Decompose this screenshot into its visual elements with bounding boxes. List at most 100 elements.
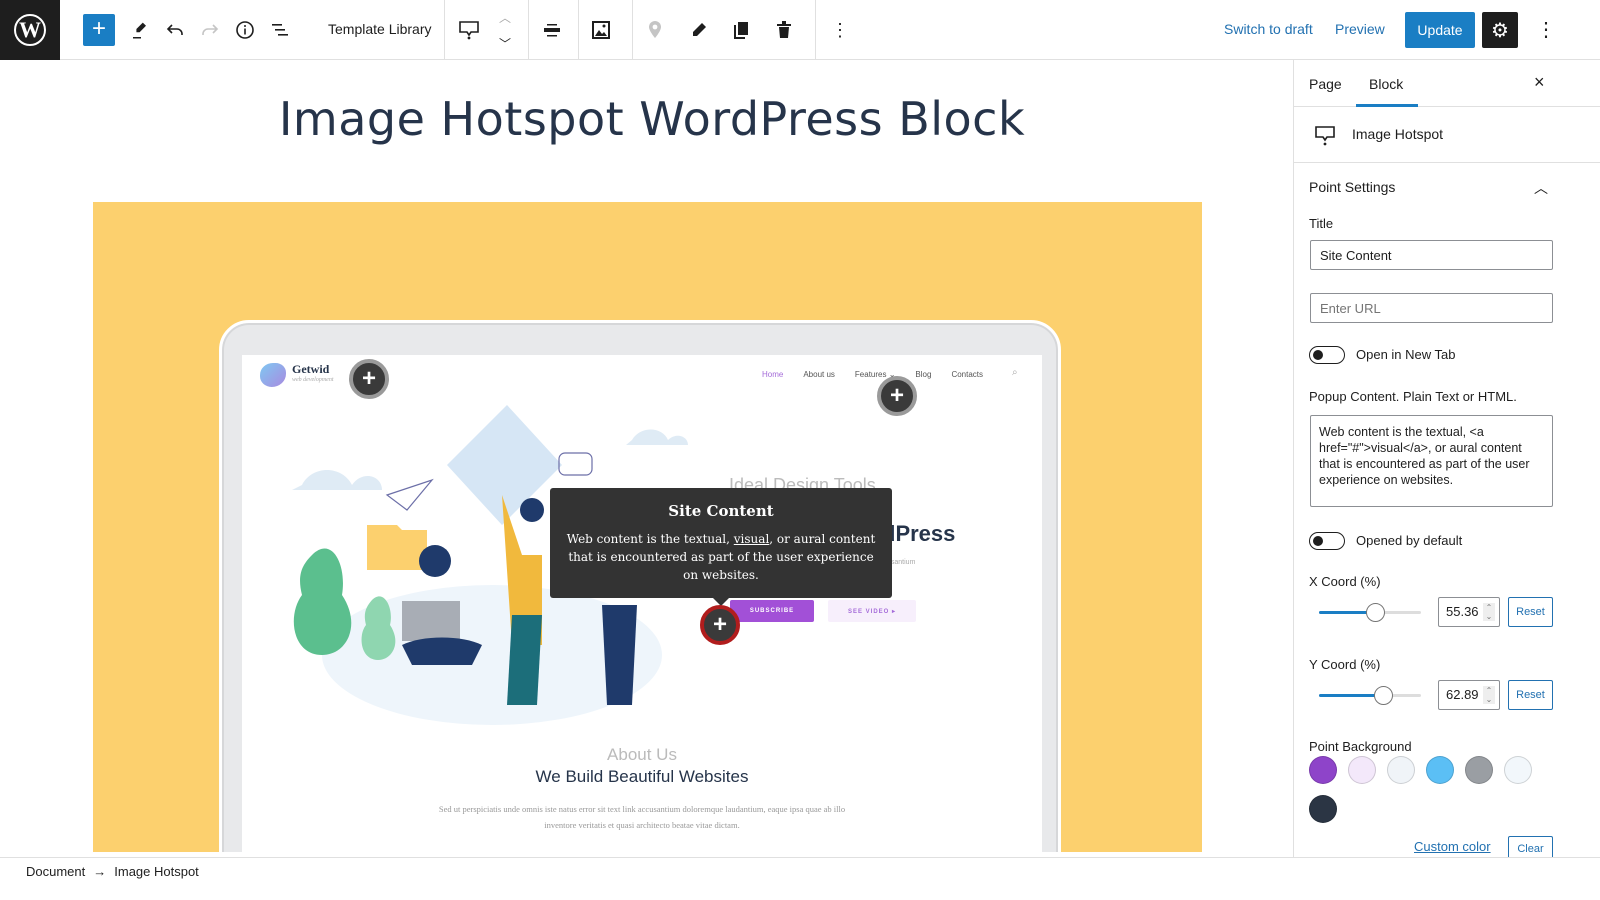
popup-content-textarea[interactable]: Web content is the textual, <a href="#">… — [1310, 415, 1553, 507]
update-button[interactable]: Update — [1405, 12, 1475, 48]
y-coord-spinner[interactable]: ⌃ ⌄ — [1483, 686, 1495, 704]
illus-paper-plane — [385, 478, 434, 511]
color-swatch[interactable] — [1465, 756, 1493, 784]
x-coord-input[interactable]: 55.36 ⌃ ⌄ — [1438, 597, 1500, 627]
post-title[interactable]: Image Hotspot WordPress Block — [0, 92, 1304, 146]
color-swatch[interactable] — [1348, 756, 1376, 784]
x-coord-slider[interactable] — [1319, 603, 1421, 622]
logo-blob-icon — [260, 363, 286, 387]
tab-block[interactable]: Block — [1369, 76, 1403, 92]
wordpress-logo-icon: W — [14, 13, 46, 46]
add-block-button[interactable]: + — [83, 14, 115, 46]
arrow-right-icon: → — [93, 864, 107, 879]
color-swatch[interactable] — [1309, 756, 1337, 784]
color-swatch[interactable] — [1504, 756, 1532, 784]
site-nav: Home About us Features ⌄ Blog Contacts — [762, 370, 983, 379]
gear-icon: ⚙ — [1491, 19, 1509, 42]
hotspot-point[interactable]: + — [877, 376, 917, 416]
preview-button[interactable]: Preview — [1335, 21, 1385, 37]
y-coord-label: Y Coord (%) — [1309, 657, 1381, 672]
switch-to-draft-button[interactable]: Switch to draft — [1224, 21, 1313, 37]
replace-image-icon[interactable] — [586, 15, 616, 45]
title-label: Title — [1309, 216, 1334, 231]
move-down-icon[interactable]: ﹀ — [490, 28, 520, 58]
template-library-button[interactable]: Template Library — [328, 21, 432, 37]
settings-button[interactable]: ⚙ — [1482, 12, 1518, 48]
options-menu-icon[interactable]: ⋮ — [1536, 16, 1556, 44]
x-coord-slider-thumb[interactable] — [1366, 603, 1385, 622]
add-point-icon[interactable] — [640, 15, 670, 45]
illus-cloud — [626, 429, 688, 445]
color-swatch[interactable] — [1309, 795, 1337, 823]
details-info-icon[interactable] — [230, 15, 260, 45]
about-heading: We Build Beautiful Websites — [535, 767, 749, 786]
breadcrumb: Document → Image Hotspot — [26, 864, 199, 879]
y-coord-slider[interactable] — [1319, 686, 1421, 705]
breadcrumb-image-hotspot[interactable]: Image Hotspot — [114, 864, 199, 879]
align-icon[interactable] — [537, 15, 567, 45]
site-tagline: web development — [292, 377, 334, 383]
popup-body: Web content is the textual, visual, or a… — [566, 532, 876, 582]
site-heading: dPress — [882, 521, 956, 546]
title-input[interactable] — [1310, 240, 1553, 270]
toolbar-divider — [578, 0, 579, 60]
hotspot-point-active[interactable]: + — [700, 605, 740, 645]
opened-by-default-toggle[interactable] — [1309, 532, 1345, 550]
breadcrumb-document[interactable]: Document — [26, 864, 85, 879]
x-coord-spinner[interactable]: ⌃ ⌄ — [1483, 603, 1495, 621]
chevron-up-icon[interactable]: ︿ — [1534, 178, 1548, 198]
duplicate-point-icon[interactable] — [726, 15, 756, 45]
edit-tools-icon[interactable] — [124, 15, 154, 45]
list-view-icon[interactable] — [265, 15, 295, 45]
popup-content-label: Popup Content. Plain Text or HTML. — [1309, 389, 1517, 404]
color-swatch[interactable] — [1387, 756, 1415, 784]
about-paragraph: Sed ut perspiciatis unde omnis iste natu… — [438, 804, 846, 830]
y-coord-slider-thumb[interactable] — [1374, 686, 1393, 705]
custom-color-link[interactable]: Custom color — [1414, 839, 1491, 854]
about-subheading: About Us — [607, 745, 677, 764]
toolbar-divider — [632, 0, 633, 60]
laptop-screen: Getwid web development Home About us Feat… — [242, 355, 1042, 852]
illus-man-pants — [507, 615, 542, 705]
redo-icon[interactable] — [195, 15, 225, 45]
edit-point-icon[interactable] — [684, 15, 714, 45]
illus-hair — [419, 545, 451, 577]
hotspot-popup: Site Content Web content is the textual,… — [550, 488, 892, 606]
illus-woman-pants — [602, 605, 637, 705]
more-options-icon[interactable]: ⋮ — [825, 15, 855, 45]
y-coord-input[interactable]: 62.89 ⌃ ⌄ — [1438, 680, 1500, 710]
illus-speech-bubble — [558, 452, 593, 476]
open-new-tab-toggle[interactable] — [1309, 346, 1345, 364]
site-brand: Getwid — [292, 362, 330, 376]
hotspot-point[interactable]: + — [349, 359, 389, 399]
site-nav-item: Home — [762, 370, 784, 379]
undo-icon[interactable] — [160, 15, 190, 45]
site-logo: Getwid web development — [260, 363, 333, 387]
point-settings-panel-toggle[interactable]: Point Settings — [1309, 179, 1395, 195]
editor-canvas: Image Hotspot WordPress Block Getwid web … — [0, 60, 1304, 868]
color-swatch[interactable] — [1426, 756, 1454, 784]
wordpress-logo-button[interactable]: W — [0, 0, 60, 60]
illus-tree — [293, 548, 352, 655]
site-search-icon: ⌕ — [1012, 367, 1018, 378]
site-subscribe-button: SUBSCRIBE — [730, 600, 814, 622]
close-sidebar-icon[interactable]: × — [1534, 72, 1545, 93]
delete-point-icon[interactable] — [769, 15, 799, 45]
toolbar-divider — [815, 0, 816, 60]
point-background-label: Point Background — [1309, 739, 1412, 754]
tab-page[interactable]: Page — [1309, 76, 1342, 92]
image-hotspot-block-icon[interactable] — [454, 15, 484, 45]
image-hotspot-block[interactable]: Getwid web development Home About us Feat… — [93, 202, 1202, 852]
block-name: Image Hotspot — [1352, 126, 1444, 142]
illus-legs — [402, 637, 482, 665]
x-coord-label: X Coord (%) — [1309, 574, 1381, 589]
sidebar-tabs: Page Block × — [1294, 60, 1600, 107]
site-nav-item: Blog — [915, 370, 932, 379]
illus-folder — [367, 525, 427, 570]
site-nav-item: Contacts — [951, 370, 984, 379]
y-coord-reset-button[interactable]: Reset — [1508, 680, 1553, 710]
x-coord-reset-button[interactable]: Reset — [1508, 597, 1553, 627]
url-input[interactable] — [1310, 293, 1553, 323]
toolbar-divider — [528, 0, 529, 60]
popup-link[interactable]: visual — [734, 532, 770, 546]
